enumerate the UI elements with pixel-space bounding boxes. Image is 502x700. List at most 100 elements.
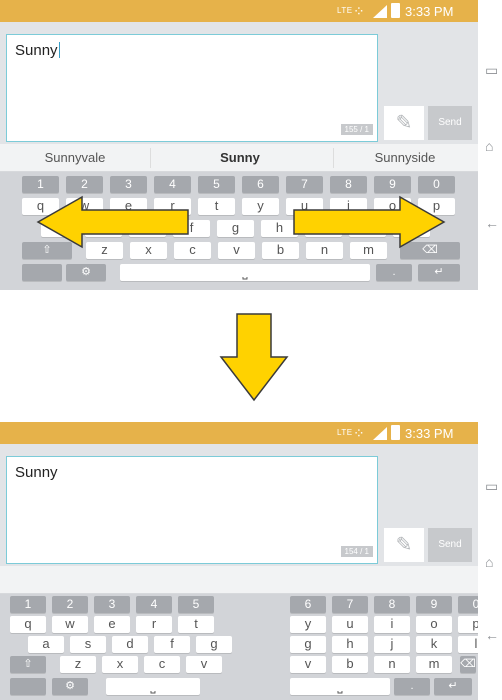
key-7[interactable]: 7: [286, 176, 323, 193]
key-g[interactable]: g: [290, 636, 326, 653]
key-b[interactable]: b: [262, 242, 299, 259]
key-h[interactable]: h: [261, 220, 298, 237]
space-bar-right[interactable]: ⎵: [290, 678, 390, 695]
key-k[interactable]: k: [416, 636, 452, 653]
key-r[interactable]: r: [136, 616, 172, 633]
key-3[interactable]: 3: [94, 596, 130, 613]
key-e[interactable]: e: [94, 616, 130, 633]
key-s[interactable]: s: [70, 636, 106, 653]
key-z[interactable]: z: [86, 242, 123, 259]
key-v[interactable]: v: [218, 242, 255, 259]
space-bar[interactable]: ⎵: [120, 264, 370, 281]
key-8[interactable]: 8: [374, 596, 410, 613]
key-v[interactable]: v: [186, 656, 222, 673]
back-icon[interactable]: ←: [485, 627, 499, 643]
key-5[interactable]: 5: [178, 596, 214, 613]
key-t[interactable]: t: [198, 198, 235, 215]
home-icon[interactable]: ⌂: [485, 138, 493, 154]
message-input[interactable]: Sunny 155 / 1: [6, 34, 378, 142]
key-u[interactable]: u: [286, 198, 323, 215]
suggestion-left[interactable]: Sunnyvale: [0, 150, 150, 165]
key-5[interactable]: 5: [198, 176, 235, 193]
key-n[interactable]: n: [374, 656, 410, 673]
key-h[interactable]: h: [332, 636, 368, 653]
home-icon[interactable]: ⌂: [485, 554, 493, 570]
gear-icon[interactable]: ⚙: [66, 264, 106, 281]
key-3[interactable]: 3: [110, 176, 147, 193]
key-9[interactable]: 9: [374, 176, 411, 193]
symbols-key[interactable]: [22, 264, 62, 281]
key-w[interactable]: w: [52, 616, 88, 633]
key-z[interactable]: z: [60, 656, 96, 673]
key-i[interactable]: i: [330, 198, 367, 215]
key-9[interactable]: 9: [416, 596, 452, 613]
backspace-icon[interactable]: ⌫: [460, 656, 476, 673]
key-q[interactable]: q: [22, 198, 59, 215]
send-button[interactable]: Send: [428, 106, 472, 140]
key-m[interactable]: m: [350, 242, 387, 259]
key-s[interactable]: s: [85, 220, 122, 237]
shift-icon[interactable]: ⇧: [22, 242, 72, 259]
key-y[interactable]: y: [290, 616, 326, 633]
symbols-key[interactable]: [10, 678, 46, 695]
key-f[interactable]: f: [173, 220, 210, 237]
space-bar-left[interactable]: ⎵: [106, 678, 200, 695]
key-k[interactable]: k: [349, 220, 386, 237]
key-8[interactable]: 8: [330, 176, 367, 193]
key-v[interactable]: v: [290, 656, 326, 673]
key-y[interactable]: y: [242, 198, 279, 215]
key-2[interactable]: 2: [66, 176, 103, 193]
key-4[interactable]: 4: [136, 596, 172, 613]
key-2[interactable]: 2: [52, 596, 88, 613]
key-i[interactable]: i: [374, 616, 410, 633]
send-button[interactable]: Send: [428, 528, 472, 562]
key-1[interactable]: 1: [10, 596, 46, 613]
enter-icon[interactable]: ↵: [434, 678, 472, 695]
key-f[interactable]: f: [154, 636, 190, 653]
suggestion-right[interactable]: Sunnyside: [335, 150, 475, 165]
key-j[interactable]: j: [305, 220, 342, 237]
key-b[interactable]: b: [332, 656, 368, 673]
key-o[interactable]: o: [416, 616, 452, 633]
key-4[interactable]: 4: [154, 176, 191, 193]
period-key[interactable]: .: [394, 678, 430, 695]
paperclip-icon[interactable]: ✎: [384, 106, 424, 140]
key-g[interactable]: g: [217, 220, 254, 237]
key-a[interactable]: a: [41, 220, 78, 237]
paperclip-icon[interactable]: ✎: [384, 528, 424, 562]
key-x[interactable]: x: [130, 242, 167, 259]
key-x[interactable]: x: [102, 656, 138, 673]
key-c[interactable]: c: [144, 656, 180, 673]
key-l[interactable]: l: [393, 220, 430, 237]
gear-icon[interactable]: ⚙: [52, 678, 88, 695]
key-0[interactable]: 0: [418, 176, 455, 193]
recent-apps-icon[interactable]: ▭: [485, 478, 498, 495]
key-q[interactable]: q: [10, 616, 46, 633]
key-c[interactable]: c: [174, 242, 211, 259]
key-g[interactable]: g: [196, 636, 232, 653]
recent-apps-icon[interactable]: ▭: [485, 62, 498, 79]
key-m[interactable]: m: [416, 656, 452, 673]
enter-icon[interactable]: ↵: [418, 264, 460, 281]
message-input[interactable]: Sunny 154 / 1: [6, 456, 378, 564]
key-d[interactable]: d: [129, 220, 166, 237]
key-e[interactable]: e: [110, 198, 147, 215]
key-u[interactable]: u: [332, 616, 368, 633]
shift-icon[interactable]: ⇧: [10, 656, 46, 673]
key-w[interactable]: w: [66, 198, 103, 215]
key-p[interactable]: p: [418, 198, 455, 215]
key-7[interactable]: 7: [332, 596, 368, 613]
key-n[interactable]: n: [306, 242, 343, 259]
key-6[interactable]: 6: [242, 176, 279, 193]
key-t[interactable]: t: [178, 616, 214, 633]
back-icon[interactable]: ←: [485, 215, 499, 231]
suggestion-center[interactable]: Sunny: [160, 150, 320, 165]
key-a[interactable]: a: [28, 636, 64, 653]
key-1[interactable]: 1: [22, 176, 59, 193]
backspace-icon[interactable]: ⌫: [400, 242, 460, 259]
period-key[interactable]: .: [376, 264, 412, 281]
key-d[interactable]: d: [112, 636, 148, 653]
key-r[interactable]: r: [154, 198, 191, 215]
key-j[interactable]: j: [374, 636, 410, 653]
key-o[interactable]: o: [374, 198, 411, 215]
